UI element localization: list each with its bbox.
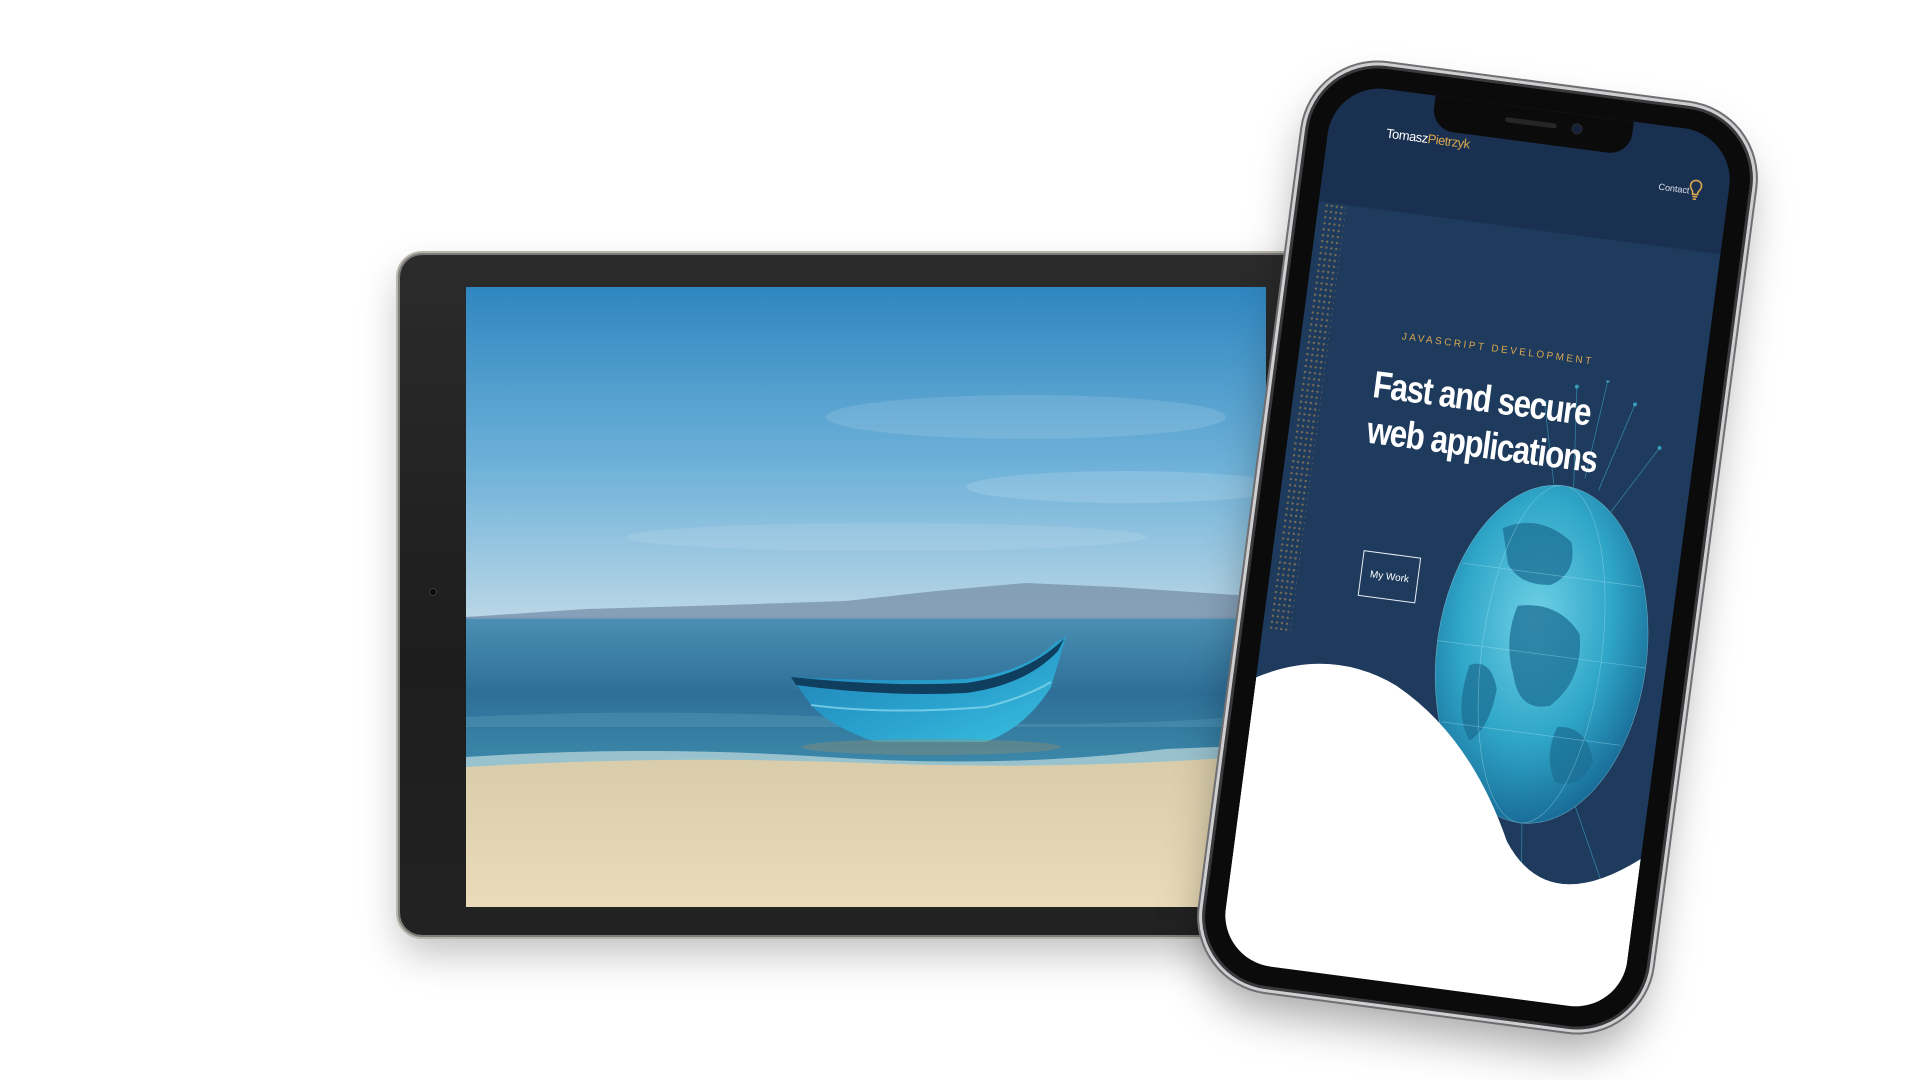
phone-screen: TomaszPietrzyk Contact JAVASCRIPT DEVELO… — [1218, 82, 1737, 1013]
decorative-dot-pattern — [1268, 202, 1347, 632]
brand-first-name: Tomasz — [1385, 125, 1429, 146]
hero-section: JAVASCRIPT DEVELOPMENT Fast and secure w… — [1218, 201, 1721, 1013]
tablet-device — [400, 255, 1305, 935]
earpiece-speaker — [1504, 116, 1557, 129]
my-work-button[interactable]: My Work — [1357, 550, 1422, 604]
brand-last-name: Pietrzyk — [1426, 131, 1471, 152]
white-wave-divider — [1218, 663, 1641, 1013]
phone-device: TomaszPietrzyk Contact JAVASCRIPT DEVELO… — [1196, 59, 1759, 1036]
tablet-screen — [466, 287, 1266, 907]
front-camera — [1571, 123, 1583, 134]
lightbulb-icon[interactable] — [1687, 178, 1704, 204]
showcase-stage: TomaszPietrzyk Contact JAVASCRIPT DEVELO… — [0, 0, 1920, 1080]
beach-boat-photo — [466, 287, 1266, 907]
nav-contact-link[interactable]: Contact — [1658, 182, 1690, 196]
tablet-camera — [430, 589, 436, 595]
phone-device-wrapper: TomaszPietrzyk Contact JAVASCRIPT DEVELO… — [1185, 59, 1770, 1036]
